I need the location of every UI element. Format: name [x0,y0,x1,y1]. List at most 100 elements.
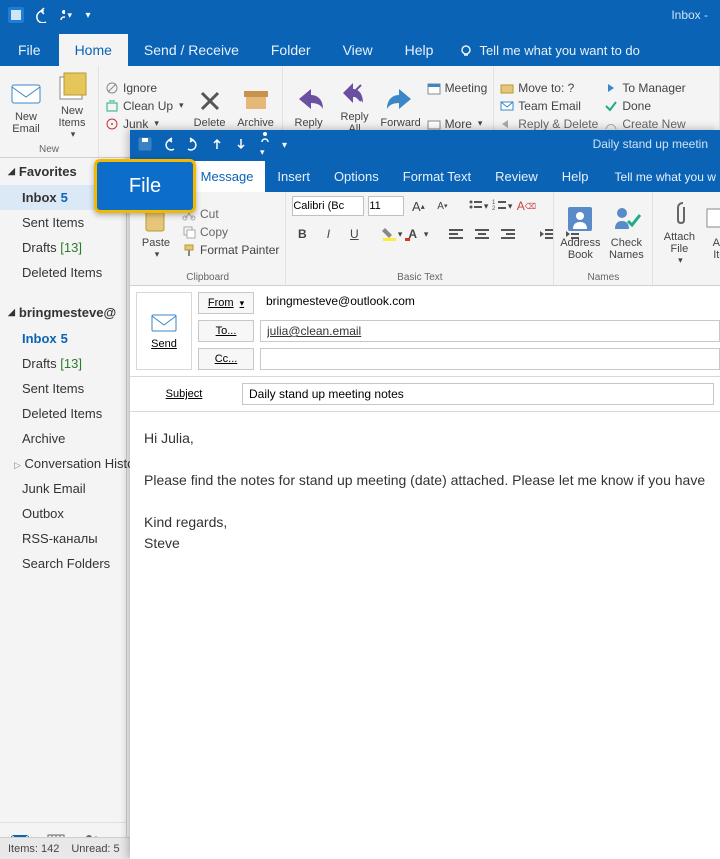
sidebar-item-search-folders[interactable]: Search Folders [0,551,126,576]
align-right-button[interactable] [498,224,518,244]
attach-file-icon [663,197,695,229]
cc-field[interactable] [260,348,720,370]
tab-help[interactable]: Help [389,34,450,66]
file-callout-highlight: File [94,159,196,213]
junk-button[interactable]: Junk▾ [105,117,184,131]
compose-tab-message[interactable]: Message [189,161,266,192]
shrink-font-button[interactable]: A▾ [432,196,452,216]
save-icon[interactable] [138,137,152,151]
numbering-button[interactable]: 12▾ [492,196,512,216]
tab-view[interactable]: View [327,34,389,66]
address-book-button[interactable]: Address Book [560,196,600,267]
cc-button[interactable]: Cc... [198,348,254,370]
sidebar-item-account-drafts[interactable]: Drafts [13] [0,351,126,376]
reply-delete-button[interactable]: Reply & Delete [500,117,598,131]
address-book-icon [564,203,596,235]
ignore-button[interactable]: Ignore [105,81,184,95]
create-new-icon [604,117,618,131]
tab-file[interactable]: File [0,34,59,66]
redo-icon[interactable] [186,137,200,151]
tab-send-receive[interactable]: Send / Receive [128,34,255,66]
sidebar-item-drafts[interactable]: Drafts [13] [0,235,126,260]
attach-item-button[interactable]: Att Ite [705,196,720,267]
copy-icon [182,225,196,239]
more-respond-button[interactable]: More▾ [427,117,488,131]
align-left-button[interactable] [446,224,466,244]
tab-home[interactable]: Home [59,34,128,66]
cleanup-button[interactable]: Clean Up▾ [105,99,184,113]
collapse-icon: ◢ [8,166,15,177]
meeting-button[interactable]: Meeting [427,81,488,95]
bullets-button[interactable]: ▾ [468,196,488,216]
font-family-select[interactable] [292,196,364,216]
from-button[interactable]: From▾ [198,292,254,314]
message-body[interactable]: Hi Julia, Please find the notes for stan… [130,412,720,570]
cut-button[interactable]: Cut [182,207,279,221]
sidebar-item-archive[interactable]: Archive [0,426,126,451]
font-color-button[interactable]: A▾ [408,224,428,244]
new-email-button[interactable]: New Email [6,70,46,141]
reply-icon [293,83,325,115]
sidebar-item-account-sent[interactable]: Sent Items [0,376,126,401]
create-new-button[interactable]: Create New [604,117,685,131]
touch-mode-icon[interactable]: ▾ [56,7,72,23]
team-email-button[interactable]: Team Email [500,99,598,113]
prev-item-icon[interactable] [210,137,224,151]
done-button[interactable]: Done [604,99,685,113]
to-field[interactable] [260,320,720,342]
ribbon-group-basic-text: A▴ A▾ ▾ 12▾ A⌫ B I U ▾ A▾ [286,192,554,285]
clear-formatting-button[interactable]: A⌫ [516,196,536,216]
done-icon [604,99,618,113]
font-size-select[interactable] [368,196,404,216]
sidebar-item-account-deleted[interactable]: Deleted Items [0,401,126,426]
basic-text-group-label: Basic Text [286,272,553,283]
compose-tellme[interactable]: Tell me what you w [601,162,720,192]
decrease-indent-button[interactable] [536,224,556,244]
bold-button[interactable]: B [292,224,312,244]
move-to-button[interactable]: Move to: ? [500,81,598,95]
reply-all-icon [339,77,371,109]
sidebar-item-rss[interactable]: RSS-каналы [0,526,126,551]
grow-font-button[interactable]: A▴ [408,196,428,216]
status-unread: Unread: 5 [71,843,119,855]
tellme-search[interactable]: Tell me what you want to do [449,35,649,66]
next-item-icon[interactable] [234,137,248,151]
compose-window-title: Daily stand up meetin [287,137,712,151]
qat-customize-icon[interactable]: ▾ [80,7,96,23]
compose-tab-format-text[interactable]: Format Text [391,161,483,192]
sidebar-item-outbox[interactable]: Outbox [0,501,126,526]
tab-folder[interactable]: Folder [255,34,327,66]
undo-icon[interactable] [162,137,176,151]
compose-tab-options[interactable]: Options [322,161,391,192]
touch-mode-icon[interactable]: ▾ [258,130,272,158]
compose-tab-insert[interactable]: Insert [265,161,322,192]
highlight-color-button[interactable]: ▾ [382,224,402,244]
compose-tab-help[interactable]: Help [550,161,601,192]
to-button[interactable]: To... [198,320,254,342]
undo-icon[interactable] [32,7,48,23]
account-header[interactable]: ◢bringmesteve@ [0,299,126,326]
attach-file-button[interactable]: Attach File▾ [659,196,699,267]
subject-field[interactable] [242,383,714,405]
copy-button[interactable]: Copy [182,225,279,239]
to-manager-button[interactable]: To Manager [604,81,685,95]
sidebar-item-sent[interactable]: Sent Items [0,210,126,235]
italic-button[interactable]: I [318,224,338,244]
align-center-button[interactable] [472,224,492,244]
folder-sidebar: ◢Favorites Inbox5 Sent Items Drafts [13]… [0,158,127,859]
new-items-button[interactable]: New Items ▾ [52,70,92,141]
delete-label: Delete [194,117,226,129]
sidebar-item-conversation-history[interactable]: ▷ Conversation Histor [0,451,126,476]
compose-tab-review[interactable]: Review [483,161,550,192]
send-button[interactable]: Send [136,292,192,370]
compose-window: ▾ ▾ Daily stand up meetin Message Insert… [130,130,720,859]
sidebar-item-junk[interactable]: Junk Email [0,476,126,501]
reply-delete-icon [500,117,514,131]
underline-button[interactable]: U [344,224,364,244]
new-email-icon [10,77,42,109]
format-painter-button[interactable]: Format Painter [182,243,279,257]
sidebar-item-deleted[interactable]: Deleted Items [0,260,126,285]
check-names-button[interactable]: Check Names [606,196,646,267]
address-fields-column: bringmesteve@outlook.com [254,286,720,376]
sidebar-item-account-inbox[interactable]: Inbox5 [0,326,126,351]
